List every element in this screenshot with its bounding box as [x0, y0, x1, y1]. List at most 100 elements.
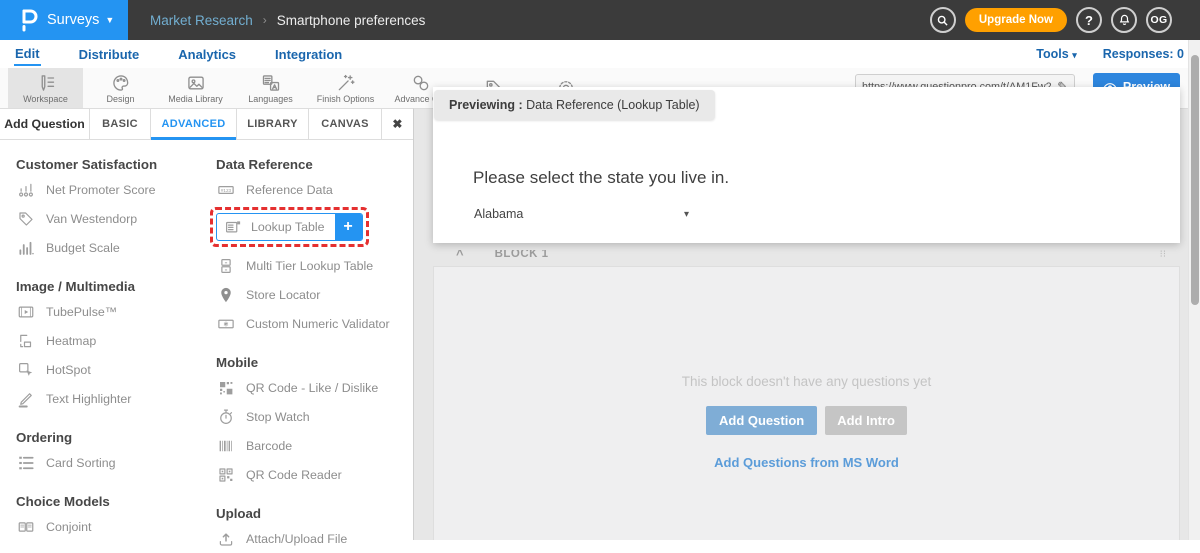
section-title-upload: Upload — [216, 506, 412, 521]
chevron-down-icon: ▼ — [105, 15, 114, 25]
collapse-block-icon[interactable]: ^ — [456, 250, 464, 262]
lookup-table-icon — [223, 218, 243, 236]
block-header[interactable]: ^ Block 1 ⁝⁝ — [433, 250, 1180, 265]
empty-block-message: This block doesn't have any questions ye… — [434, 374, 1179, 389]
question-type-hotspot[interactable]: HotSpot — [16, 355, 216, 384]
question-type-qr-code-like-dislike[interactable]: QR Code - Like / Dislike — [216, 373, 412, 402]
question-type-heatmap[interactable]: Heatmap — [16, 326, 216, 355]
toolbar-item-label: Media Library — [168, 94, 223, 104]
question-types-column-left: Customer SatisfactionNet Promoter ScoreV… — [16, 140, 216, 553]
notifications-button[interactable] — [1111, 7, 1137, 33]
question-type-reference-data[interactable]: #123 Reference Data — [216, 175, 412, 204]
block-menu-icon[interactable]: ⁝⁝ — [1160, 250, 1166, 260]
question-type-qr-code-reader[interactable]: QR Code Reader — [216, 460, 412, 489]
add-question-panel: Add Question BASICADVANCEDLIBRARYCANVAS … — [0, 108, 414, 540]
search-icon — [936, 14, 949, 27]
search-button[interactable] — [930, 7, 956, 33]
question-type-label: Stop Watch — [246, 410, 310, 424]
upload-icon — [216, 530, 236, 548]
question-type-tubepulse[interactable]: TubePulse™ — [16, 297, 216, 326]
toolbar-languages[interactable]: Languages — [233, 68, 308, 108]
section-title-image-multimedia: Image / Multimedia — [16, 279, 216, 294]
breadcrumb-folder[interactable]: Market Research — [150, 13, 253, 28]
question-type-label: Conjoint — [46, 520, 91, 534]
responses-counter[interactable]: Responses: 0 — [1103, 47, 1184, 61]
nav-tab-analytics[interactable]: Analytics — [177, 44, 237, 65]
nav-tab-integration[interactable]: Integration — [274, 44, 343, 65]
question-type-store-locator[interactable]: Store Locator — [216, 280, 412, 309]
close-panel-button[interactable]: ✖ — [382, 109, 413, 139]
tab-canvas[interactable]: CANVAS — [309, 109, 382, 139]
state-dropdown[interactable]: Alabama ▾ — [474, 207, 689, 221]
breadcrumb-separator: › — [263, 13, 267, 27]
nav-tab-edit[interactable]: Edit — [14, 43, 41, 66]
video-icon — [16, 303, 36, 321]
question-type-van-westendorp[interactable]: Van Westendorp — [16, 204, 216, 233]
multi-tier-icon — [216, 257, 236, 275]
question-preview-popup: Previewing : Data Reference (Lookup Tabl… — [433, 87, 1180, 243]
question-type-lookup-table[interactable]: Lookup Table+ — [216, 213, 363, 241]
help-button[interactable]: ? — [1076, 7, 1102, 33]
question-type-stop-watch[interactable]: Stop Watch — [216, 402, 412, 431]
workspace-icon — [36, 73, 56, 93]
add-intro-button[interactable]: Add Intro — [825, 406, 907, 435]
bell-icon — [1118, 13, 1131, 27]
question-type-barcode[interactable]: Barcode — [216, 431, 412, 460]
toolbar-design[interactable]: Design — [83, 68, 158, 108]
previewing-tooltip: Previewing : Data Reference (Lookup Tabl… — [434, 90, 715, 120]
question-type-label: Reference Data — [246, 183, 333, 197]
question-type-label: HotSpot — [46, 363, 91, 377]
store-locator-icon — [216, 286, 236, 304]
previewing-question-type: Data Reference (Lookup Table) — [523, 98, 700, 112]
question-type-label: Net Promoter Score — [46, 183, 156, 197]
question-type-net-promoter-score[interactable]: Net Promoter Score — [16, 175, 216, 204]
tab-library[interactable]: LIBRARY — [237, 109, 309, 139]
section-title-data-reference: Data Reference — [216, 157, 412, 172]
preview-question-text: Please select the state you live in. — [473, 168, 729, 188]
question-type-label: Budget Scale — [46, 241, 120, 255]
chevron-down-icon: ▾ — [1072, 50, 1077, 60]
question-type-multi-tier-lookup-table[interactable]: Multi Tier Lookup Table — [216, 251, 412, 280]
svg-text:#123: #123 — [221, 187, 232, 192]
question-type-conjoint[interactable]: Conjoint — [16, 512, 216, 541]
qr-reader-icon — [216, 466, 236, 484]
tab-advanced[interactable]: ADVANCED — [151, 109, 237, 139]
add-question-button[interactable]: Add Question — [706, 406, 817, 435]
tag-price-icon — [16, 210, 36, 228]
toolbar-media-library[interactable]: Media Library — [158, 68, 233, 108]
tab-basic[interactable]: BASIC — [90, 109, 151, 139]
product-menu-label: Surveys — [47, 12, 99, 28]
block-body: This block doesn't have any questions ye… — [433, 266, 1180, 540]
question-type-label: QR Code Reader — [246, 468, 342, 482]
breadcrumb-survey-title: Smartphone preferences — [277, 13, 426, 28]
card-sorting-icon — [16, 454, 36, 472]
question-type-label: Multi Tier Lookup Table — [246, 259, 373, 273]
product-menu[interactable]: Surveys ▼ — [0, 0, 128, 40]
question-type-attach-upload-file[interactable]: Attach/Upload File — [216, 524, 412, 553]
nps-icon — [16, 181, 36, 199]
close-icon: ✖ — [392, 117, 402, 131]
question-type-label: Barcode — [246, 439, 292, 453]
question-type-text-highlighter[interactable]: Text Highlighter — [16, 384, 216, 413]
qr-code-icon — [216, 379, 236, 397]
finish-options-icon — [336, 73, 356, 93]
question-type-custom-numeric-validator[interactable]: Custom Numeric Validator — [216, 309, 412, 338]
question-type-label: Custom Numeric Validator — [246, 317, 390, 331]
toolbar-workspace[interactable]: Workspace — [8, 68, 83, 108]
upgrade-now-button[interactable]: Upgrade Now — [965, 8, 1067, 32]
add-lookup-table-button[interactable]: + — [335, 213, 362, 241]
scrollbar-thumb[interactable] — [1191, 55, 1199, 305]
question-type-label: Text Highlighter — [46, 392, 131, 406]
nav-tab-distribute[interactable]: Distribute — [78, 44, 141, 65]
chevron-down-icon: ▾ — [684, 209, 689, 220]
tools-menu[interactable]: Tools ▾ — [1036, 47, 1076, 61]
toolbar-finish-options[interactable]: Finish Options — [308, 68, 383, 108]
question-type-card-sorting[interactable]: Card Sorting — [16, 448, 216, 477]
advance-icon — [411, 73, 431, 93]
question-type-budget-scale[interactable]: Budget Scale — [16, 233, 216, 262]
highlighter-icon — [16, 390, 36, 408]
section-title-ordering: Ordering — [16, 430, 216, 445]
vertical-scrollbar[interactable] — [1188, 40, 1200, 540]
user-avatar[interactable]: OG — [1146, 7, 1172, 33]
add-questions-from-ms-word-link[interactable]: Add Questions from MS Word — [714, 455, 899, 470]
